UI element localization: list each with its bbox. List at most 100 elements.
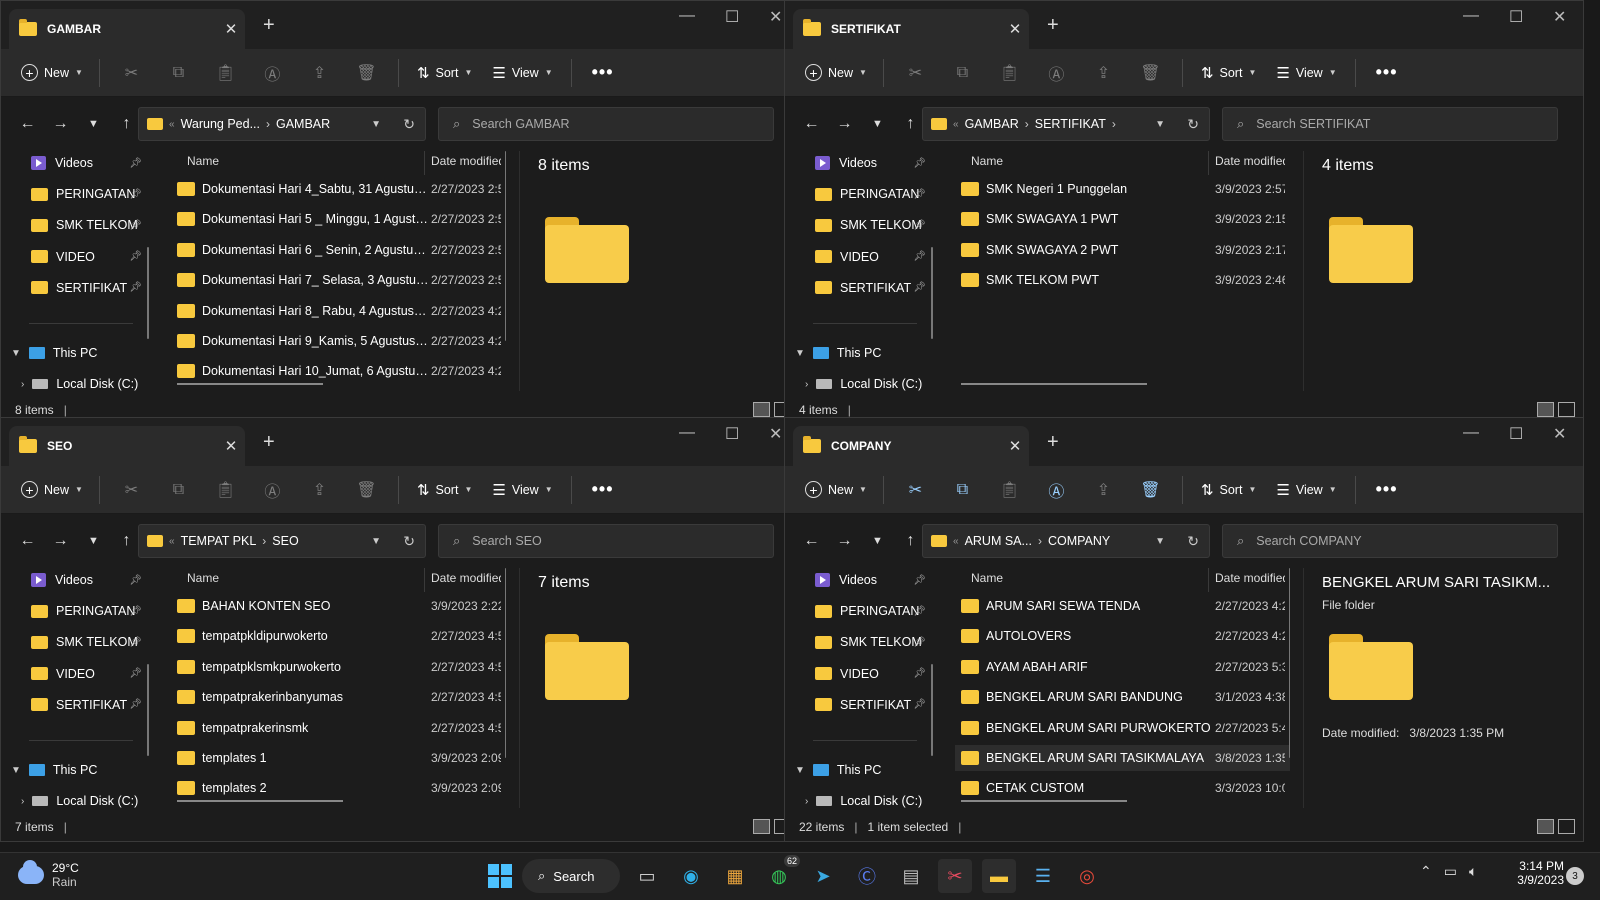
minimize-button[interactable]: — — [1463, 7, 1479, 25]
sidebar-item[interactable]: PERINGATAN 📌︎ — [31, 187, 146, 201]
folder-row[interactable]: SMK Negeri 1 Punggelan 3/9/2023 2:57 PM — [955, 176, 1290, 202]
minimize-button[interactable]: — — [679, 7, 695, 25]
back-arrow-icon[interactable]: ← — [11, 115, 44, 133]
new-button[interactable]: + New ▼ — [797, 474, 875, 506]
recent-locations-chevron-icon[interactable]: ▼ — [861, 535, 894, 547]
sidebar-item-this-pc[interactable]: ▼ This PC — [11, 346, 97, 360]
folder-row[interactable]: tempatpklsmkpurwokerto 2/27/2023 4:5 — [171, 654, 506, 680]
chevron-right-icon[interactable]: › — [805, 379, 808, 390]
date-column-header[interactable]: Date modified — [431, 154, 501, 168]
network-icon[interactable]: ▭ — [1444, 863, 1457, 880]
vertical-scrollbar[interactable] — [1289, 568, 1290, 758]
sidebar-item[interactable]: Videos 📌︎ — [815, 573, 930, 587]
close-tab-icon[interactable]: ✕ — [217, 437, 245, 455]
new-tab-button[interactable]: + — [1047, 432, 1059, 452]
copy-icon[interactable]: ⧉ — [939, 481, 986, 499]
breadcrumb-item[interactable]: GAMBAR — [276, 117, 330, 131]
details-view-icon[interactable] — [1537, 402, 1554, 417]
maximize-button[interactable]: ☐ — [1509, 7, 1523, 27]
chevron-up-icon[interactable]: ⌃ — [1420, 863, 1432, 880]
close-tab-icon[interactable]: ✕ — [217, 20, 245, 38]
sidebar-item[interactable]: PERINGATAN 📌︎ — [31, 604, 146, 618]
tiles-view-icon[interactable] — [1558, 819, 1575, 834]
name-column-header[interactable]: Name — [971, 571, 1003, 585]
close-window-button[interactable]: ✕ — [1553, 424, 1566, 444]
cut-icon[interactable]: ✂ — [108, 480, 155, 500]
vertical-scrollbar[interactable] — [505, 151, 506, 341]
address-bar[interactable]: « GAMBAR › SERTIFIKAT › ▼ ↻ — [922, 107, 1210, 141]
maximize-button[interactable]: ☐ — [725, 7, 739, 27]
search-input[interactable]: ⌕ Search SERTIFIKAT — [1222, 107, 1558, 141]
share-icon[interactable]: ⇪ — [1080, 63, 1127, 83]
date-column-header[interactable]: Date modified — [1215, 571, 1285, 585]
breadcrumb-item[interactable]: COMPANY — [1048, 534, 1110, 548]
details-view-icon[interactable] — [753, 819, 770, 834]
sort-button[interactable]: ⇅ Sort ▼ — [1191, 474, 1266, 506]
new-button[interactable]: + New ▼ — [13, 474, 91, 506]
sidebar-item[interactable]: SMK TELKOM 📌︎ — [31, 635, 146, 649]
notepad-icon[interactable]: ☰ — [1026, 859, 1060, 893]
details-view-icon[interactable] — [753, 402, 770, 417]
new-tab-button[interactable]: + — [263, 432, 275, 452]
sidebar-item[interactable]: VIDEO 📌︎ — [815, 250, 930, 264]
horizontal-scrollbar[interactable] — [177, 383, 323, 385]
edge-icon[interactable]: ◉ — [674, 859, 708, 893]
chrome-icon[interactable]: ◎ — [1070, 859, 1104, 893]
breadcrumb-item[interactable]: SEO — [272, 534, 298, 548]
sidebar-item[interactable]: SERTIFIKAT 📌︎ — [815, 698, 930, 712]
store-icon[interactable]: ▦ — [718, 859, 752, 893]
chevron-right-icon[interactable]: › — [21, 379, 24, 390]
rename-icon[interactable]: Ⓐ — [1033, 61, 1080, 85]
sort-button[interactable]: ⇅ Sort ▼ — [1191, 57, 1266, 89]
details-view-icon[interactable] — [1537, 819, 1554, 834]
delete-icon[interactable]: 🗑︎ — [1127, 63, 1174, 83]
address-dropdown-icon[interactable]: ▼ — [371, 119, 381, 130]
sort-button[interactable]: ⇅ Sort ▼ — [407, 474, 482, 506]
folder-row[interactable]: templates 2 3/9/2023 2:09 — [171, 775, 506, 801]
sidebar-item-this-pc[interactable]: ▼ This PC — [795, 346, 881, 360]
new-button[interactable]: + New ▼ — [797, 57, 875, 89]
copy-icon[interactable]: ⧉ — [939, 64, 986, 82]
share-icon[interactable]: ⇪ — [296, 63, 343, 83]
forward-arrow-icon[interactable]: → — [828, 532, 861, 550]
chevron-right-icon[interactable]: › — [21, 796, 24, 807]
more-options-button[interactable]: ••• — [580, 479, 626, 500]
breadcrumb-item[interactable]: TEMPAT PKL — [181, 534, 257, 548]
folder-row[interactable]: Dokumentasi Hari 8_ Rabu, 4 Agustus 2021… — [171, 298, 506, 324]
window-tab[interactable]: SEO ✕ — [9, 426, 245, 466]
search-input[interactable]: ⌕ Search COMPANY — [1222, 524, 1558, 558]
refresh-icon[interactable]: ↻ — [403, 533, 415, 550]
recent-locations-chevron-icon[interactable]: ▼ — [77, 118, 110, 130]
breadcrumb-item[interactable]: Warung Ped... — [181, 117, 260, 131]
folder-row[interactable]: SMK TELKOM PWT 3/9/2023 2:46 PM — [955, 267, 1290, 293]
folder-row[interactable]: AUTOLOVERS 2/27/2023 4:2 — [955, 623, 1290, 649]
minimize-button[interactable]: — — [679, 424, 695, 442]
folder-row[interactable]: tempatprakerinbanyumas 2/27/2023 4:5 — [171, 684, 506, 710]
address-dropdown-icon[interactable]: ▼ — [371, 536, 381, 547]
horizontal-scrollbar[interactable] — [961, 800, 1127, 802]
folder-row[interactable]: SMK SWAGAYA 2 PWT 3/9/2023 2:17 PM — [955, 237, 1290, 263]
minimize-button[interactable]: — — [1463, 424, 1479, 442]
date-column-header[interactable]: Date modified — [1215, 154, 1285, 168]
snipping-tool-icon[interactable]: ✂ — [938, 859, 972, 893]
sidebar-scrollbar[interactable] — [931, 247, 933, 339]
sidebar-item[interactable]: VIDEO 📌︎ — [31, 250, 146, 264]
more-options-button[interactable]: ••• — [580, 62, 626, 83]
horizontal-scrollbar[interactable] — [961, 383, 1147, 385]
app-c-icon[interactable]: Ⓒ — [850, 859, 884, 893]
sidebar-item[interactable]: PERINGATAN 📌︎ — [815, 604, 930, 618]
name-column-header[interactable]: Name — [187, 154, 219, 168]
copy-icon[interactable]: ⧉ — [155, 64, 202, 82]
delete-icon[interactable]: 🗑︎ — [343, 480, 390, 500]
telegram-icon[interactable]: ➤ — [806, 859, 840, 893]
sidebar-item-local-disk[interactable]: › Local Disk (C:) — [805, 794, 922, 808]
view-button[interactable]: ☰ View ▼ — [1266, 474, 1346, 506]
folder-row[interactable]: Dokumentasi Hari 6 _ Senin, 2 Agustus 20… — [171, 237, 506, 263]
maximize-button[interactable]: ☐ — [725, 424, 739, 444]
notification-badge[interactable]: 3 — [1566, 867, 1584, 885]
sidebar-item-local-disk[interactable]: › Local Disk (C:) — [21, 794, 138, 808]
forward-arrow-icon[interactable]: → — [828, 115, 861, 133]
delete-icon[interactable]: 🗑︎ — [343, 63, 390, 83]
chevron-right-icon[interactable]: › — [805, 796, 808, 807]
sidebar-scrollbar[interactable] — [147, 247, 149, 339]
